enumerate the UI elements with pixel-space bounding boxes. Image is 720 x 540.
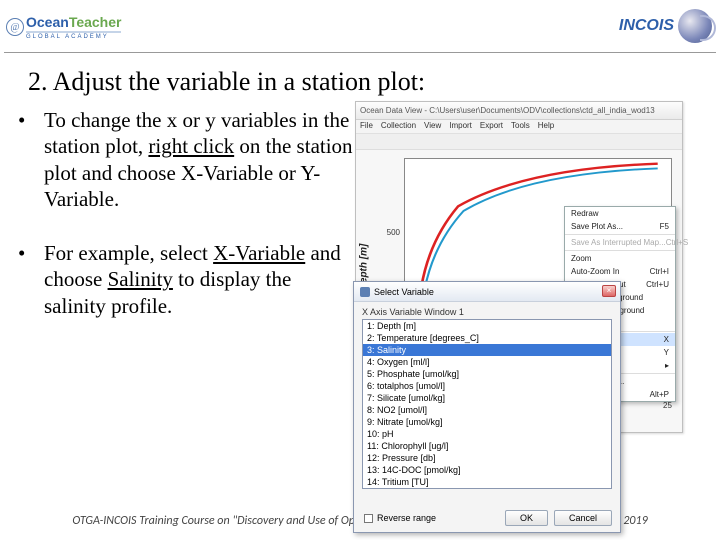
app-titlebar: Ocean Data View - C:\Users\user\Document…: [356, 102, 682, 120]
bullet-list: To change the x or y variables in the st…: [18, 107, 353, 319]
list-option[interactable]: 1: Depth [m]: [363, 320, 611, 332]
incois-logo: INCOIS: [602, 6, 712, 46]
b2a: For example, select: [44, 241, 213, 265]
list-option[interactable]: 10: pH: [363, 428, 611, 440]
menu-item[interactable]: Redraw: [565, 207, 675, 220]
ot-ga: GLOBAL ACADEMY: [26, 31, 121, 40]
ok-button[interactable]: OK: [505, 510, 548, 526]
list-option[interactable]: 4: Oxygen [ml/l]: [363, 356, 611, 368]
menu-separator: [565, 250, 675, 251]
dialog-titlebar: Select Variable ×: [354, 282, 620, 302]
body: To change the x or y variables in the st…: [0, 107, 720, 347]
list-option[interactable]: 8: NO2 [umol/l]: [363, 404, 611, 416]
app-toolbar[interactable]: [356, 134, 682, 150]
variable-listbox[interactable]: 1: Depth [m]2: Temperature [degrees_C]3:…: [362, 319, 612, 489]
oceanteacher-logo: @ OceanTeacher GLOBAL ACADEMY: [6, 6, 156, 48]
globe-icon: [678, 9, 712, 43]
menu-item[interactable]: Zoom: [565, 252, 675, 265]
dialog-title: Select Variable: [374, 287, 434, 297]
ot-ocean: Ocean: [26, 14, 69, 30]
list-option[interactable]: 15: Helium [nmol/l]: [363, 488, 611, 489]
b2-u1: X-Variable: [213, 241, 305, 265]
list-option[interactable]: 3: Salinity: [363, 344, 611, 356]
at-icon: @: [6, 18, 24, 36]
list-option[interactable]: 11: Chlorophyll [ug/l]: [363, 440, 611, 452]
menu-tools[interactable]: Tools: [511, 121, 530, 132]
menu-import[interactable]: Import: [449, 121, 472, 132]
app-title: Ocean Data View - C:\Users\user\Document…: [360, 106, 655, 115]
dialog-icon: [360, 287, 370, 297]
menu-file[interactable]: File: [360, 121, 373, 132]
y-tick: 500: [382, 228, 400, 237]
select-variable-dialog: Select Variable × X Axis Variable Window…: [353, 281, 621, 533]
ot-teacher: Teacher: [69, 14, 122, 30]
menu-item: Save As Interrupted Map...Ctrl+S: [565, 236, 675, 249]
menu-item[interactable]: Auto-Zoom InCtrl+I: [565, 265, 675, 278]
list-option[interactable]: 5: Phosphate [umol/kg]: [363, 368, 611, 380]
app-menubar[interactable]: File Collection View Import Export Tools Help: [356, 120, 682, 134]
menu-item[interactable]: Save Plot As...F5: [565, 220, 675, 233]
reverse-label: Reverse range: [377, 513, 436, 523]
list-option[interactable]: 7: Silicate [umol/kg]: [363, 392, 611, 404]
header: @ OceanTeacher GLOBAL ACADEMY INCOIS: [0, 0, 720, 52]
slide: @ OceanTeacher GLOBAL ACADEMY INCOIS 2. …: [0, 0, 720, 540]
list-option[interactable]: 12: Pressure [db]: [363, 452, 611, 464]
b1-underline: right click: [148, 134, 234, 158]
close-icon[interactable]: ×: [602, 285, 616, 297]
graphic-column: Ocean Data View - C:\Users\user\Document…: [353, 107, 712, 347]
bullet-1: To change the x or y variables in the st…: [18, 107, 353, 212]
cancel-button[interactable]: Cancel: [554, 510, 612, 526]
b2-u2: Salinity: [108, 267, 173, 291]
checkbox-icon[interactable]: [364, 514, 373, 523]
incois-text: INCOIS: [619, 17, 674, 35]
menu-separator: [565, 234, 675, 235]
dialog-buttons: OK Cancel: [505, 510, 612, 526]
menu-help[interactable]: Help: [538, 121, 554, 132]
list-option[interactable]: 2: Temperature [degrees_C]: [363, 332, 611, 344]
list-option[interactable]: 13: 14C-DOC [pmol/kg]: [363, 464, 611, 476]
x-tick: 25: [663, 401, 672, 410]
bullet-2: For example, select X-Variable and choos…: [18, 240, 353, 319]
ot-text: OceanTeacher GLOBAL ACADEMY: [26, 15, 121, 40]
menu-export[interactable]: Export: [480, 121, 503, 132]
list-option[interactable]: 14: Tritium [TU]: [363, 476, 611, 488]
text-column: To change the x or y variables in the st…: [8, 107, 353, 347]
menu-view[interactable]: View: [424, 121, 441, 132]
field-label: X Axis Variable Window 1: [354, 302, 620, 319]
reverse-checkbox[interactable]: Reverse range: [364, 513, 436, 523]
menu-collection[interactable]: Collection: [381, 121, 416, 132]
list-option[interactable]: 6: totalphos [umol/l]: [363, 380, 611, 392]
slide-title: 2. Adjust the variable in a station plot…: [0, 53, 720, 107]
list-option[interactable]: 9: Nitrate [umol/kg]: [363, 416, 611, 428]
